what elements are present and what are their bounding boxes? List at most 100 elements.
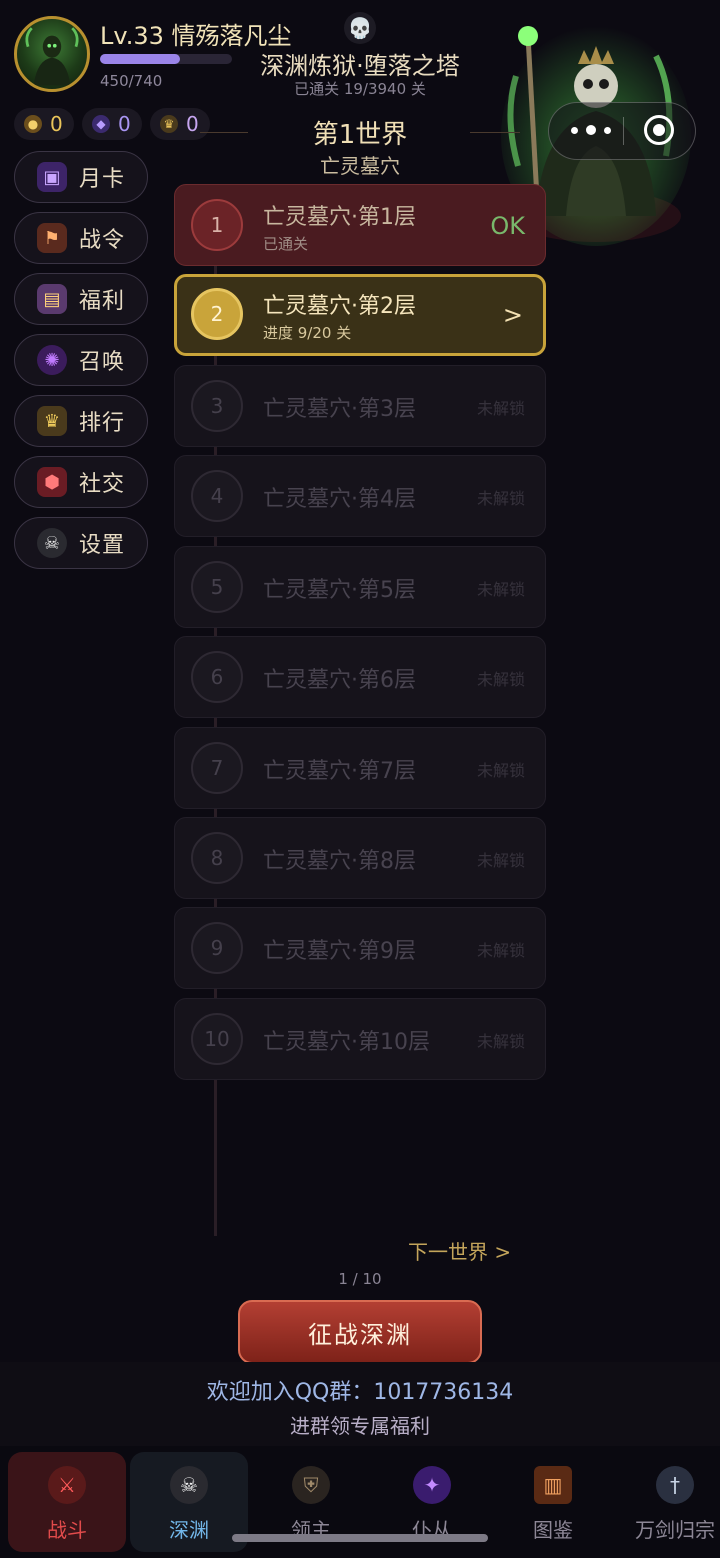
floor-locked-label: 未解锁 [476,399,525,418]
floor-name: 亡灵墓穴·第2层 [263,294,416,319]
abyss-title: 深渊炼狱·堕落之塔 [260,52,460,80]
skull-icon[interactable]: 💀 [344,12,376,44]
codex-book-icon: ▥ [534,1466,572,1504]
floor-name: 亡灵墓穴·第7层 [263,759,416,784]
gold-bag-icon: ● [24,115,42,133]
menu-social-button[interactable]: ⬢ 社交 [14,456,148,508]
floor-name: 亡灵墓穴·第8层 [263,849,416,874]
menu-settings-button[interactable]: ☠ 设置 [14,517,148,569]
currency-crown[interactable]: ♛ 0 [150,108,210,140]
floor-name: 亡灵墓穴·第9层 [263,939,416,964]
floor-number: 1 [191,199,243,251]
next-world-link[interactable]: 下一世界 > [408,1236,511,1265]
floor-status-text: 已通关 [263,235,309,253]
floor-locked-label: 未解锁 [476,489,525,508]
menu-welfare-button[interactable]: ▤ 福利 [14,273,148,325]
summon-circle-icon: ✺ [37,345,67,375]
tab-label: 万剑归宗 [635,1518,715,1542]
floor-locked-label: 未解锁 [476,1032,525,1051]
floor-locked-label: 未解锁 [476,851,525,870]
menu-summon-button[interactable]: ✺ 召唤 [14,334,148,386]
floor-number: 7 [191,742,243,794]
more-options-icon[interactable] [571,120,611,140]
floor-name: 亡灵墓穴·第5层 [263,578,416,603]
floor-card-5[interactable]: 5 亡灵墓穴·第5层 未解锁 [174,546,546,628]
floor-card-4[interactable]: 4 亡灵墓穴·第4层 未解锁 [174,455,546,537]
qq-group-subtext: 进群领专属福利 [290,1414,430,1438]
divider [200,132,248,133]
skull-icon: ☠ [37,528,67,558]
floor-number: 8 [191,832,243,884]
floor-number: 4 [191,470,243,522]
floor-number: 2 [191,288,243,340]
floor-name: 亡灵墓穴·第4层 [263,487,416,512]
floor-card-1[interactable]: 1 亡灵墓穴·第1层 已通关 OK [174,184,546,266]
floor-name: 亡灵墓穴·第6层 [263,668,416,693]
crown-icon: ♛ [160,115,178,133]
menu-label: 设置 [79,533,126,558]
currency-value: 0 [186,112,199,136]
miniprogram-capsule [548,102,696,160]
floor-number: 5 [191,561,243,613]
floor-number: 3 [191,380,243,432]
floor-card-6[interactable]: 6 亡灵墓穴·第6层 未解锁 [174,636,546,718]
floor-locked-label: 未解锁 [476,941,525,960]
tab-codex[interactable]: ▥ 图鉴 [494,1452,612,1552]
floor-card-3[interactable]: 3 亡灵墓穴·第3层 未解锁 [174,365,546,447]
shield-social-icon: ⬢ [37,467,67,497]
floor-locked-label: 未解锁 [476,761,525,780]
servant-orb-icon: ✦ [413,1466,451,1504]
close-miniprogram-icon[interactable] [644,115,674,145]
floor-card-7[interactable]: 7 亡灵墓穴·第7层 未解锁 [174,727,546,809]
xp-bar-fill [100,54,181,64]
qq-group-text[interactable]: 欢迎加入QQ群：1017736134 [0,1374,720,1406]
floor-progress-text: 进度 9/20 关 [263,324,352,342]
floor-card-8[interactable]: 8 亡灵墓穴·第8层 未解锁 [174,817,546,899]
crown-icon: ♛ [37,406,67,436]
floor-locked-label: 未解锁 [476,670,525,689]
currency-value: 0 [118,112,131,136]
menu-month-card-button[interactable]: ▣ 月卡 [14,151,148,203]
tab-label: 战斗 [47,1518,87,1542]
menu-label: 福利 [79,289,126,314]
chevron-right-icon: > [502,301,523,329]
divider [470,132,520,133]
floor-card-9[interactable]: 9 亡灵墓穴·第9层 未解锁 [174,907,546,989]
menu-ranking-button[interactable]: ♛ 排行 [14,395,148,447]
sword-icon: † [656,1466,694,1504]
menu-label: 战令 [79,228,126,253]
tab-label: 图鉴 [533,1518,573,1542]
world-title: 第1世界 [312,120,408,150]
floor-name: 亡灵墓穴·第10层 [263,1030,430,1055]
treasure-chest-icon: ▤ [37,284,67,314]
home-indicator[interactable] [232,1534,488,1542]
floor-number: 10 [191,1013,243,1065]
purple-gem-icon: ◆ [92,115,110,133]
floor-locked-label: 未解锁 [476,580,525,599]
currency-gold[interactable]: ● 0 [14,108,74,140]
floor-cleared-badge: OK [490,212,525,240]
currency-gem[interactable]: ◆ 0 [82,108,142,140]
month-card-icon: ▣ [37,162,67,192]
menu-battle-pass-button[interactable]: ⚑ 战令 [14,212,148,264]
skull-icon: ☠ [170,1466,208,1504]
menu-label: 排行 [79,411,126,436]
player-avatar[interactable] [14,16,90,92]
tab-sword-sect[interactable]: † 万剑归宗 [616,1452,720,1552]
challenge-abyss-button[interactable]: 征战深渊 [238,1300,482,1364]
tab-battle[interactable]: ⚔ 战斗 [8,1452,126,1552]
floor-number: 6 [191,651,243,703]
floor-name: 亡灵墓穴·第3层 [263,397,416,422]
xp-text: 450/740 [100,72,163,90]
battle-pass-icon: ⚑ [37,223,67,253]
tab-abyss[interactable]: ☠ 深渊 [130,1452,248,1552]
floor-card-2[interactable]: 2 亡灵墓穴·第2层 进度 9/20 关 > [174,274,546,356]
lord-helmet-icon: ⛨ [292,1466,330,1504]
necromancer-avatar-icon [25,27,79,86]
world-subtitle: 亡灵墓穴 [320,154,400,178]
capsule-divider [623,117,624,145]
currency-value: 0 [50,112,63,136]
floor-card-10[interactable]: 10 亡灵墓穴·第10层 未解锁 [174,998,546,1080]
floor-number: 9 [191,922,243,974]
abyss-progress: 已通关 19/3940 关 [294,80,426,98]
